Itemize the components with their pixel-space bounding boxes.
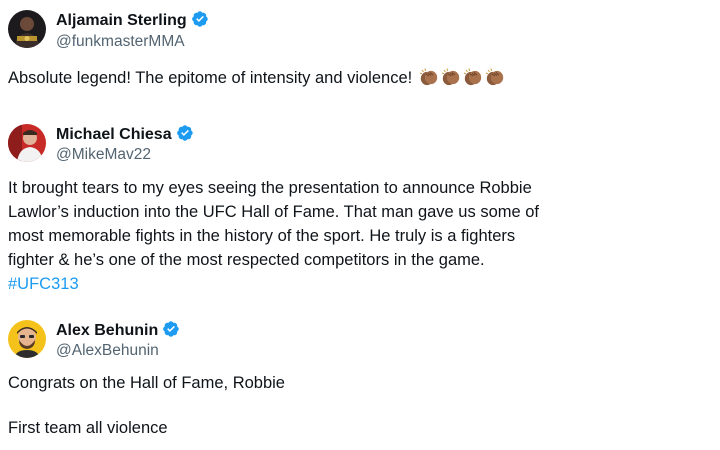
verified-badge-icon [191, 11, 208, 27]
avatar[interactable] [8, 124, 46, 162]
display-name-text[interactable]: Aljamain Sterling [56, 12, 187, 29]
tweet-header: Aljamain Sterling @funkmasterMMA [0, 0, 720, 50]
display-name-text[interactable]: Alex Behunin [56, 322, 158, 339]
hashtag-link[interactable]: #UFC313 [8, 272, 79, 296]
avatar[interactable] [8, 10, 46, 48]
tweet-text-line: Congrats on the Hall of Fame, Robbie [8, 374, 285, 392]
clapping-hands-emoji-group [417, 68, 505, 87]
tweet-header: Michael Chiesa @MikeMav22 [0, 115, 720, 165]
tweet-alex-behunin: Alex Behunin @AlexBehunin Congrats on th… [0, 310, 720, 450]
tweet-text-line: Lawlor’s induction into the UFC Hall of … [8, 203, 540, 221]
tweet-text: Absolute legend! The epitome of intensit… [8, 66, 505, 90]
user-handle[interactable]: @funkmasterMMA [56, 32, 185, 52]
user-handle[interactable]: @MikeMav22 [56, 145, 151, 165]
tweet-text-line: fighter & he’s one of the most respected… [8, 251, 485, 269]
verified-badge-icon [176, 125, 193, 141]
tweet-text-content: Absolute legend! The epitome of intensit… [8, 69, 413, 87]
tweet-michael-chiesa: Michael Chiesa @MikeMav22 It brought tea… [0, 115, 720, 300]
display-name[interactable]: Aljamain Sterling [56, 10, 209, 31]
display-name-text[interactable]: Michael Chiesa [56, 126, 172, 143]
clapping-hands-icon [463, 68, 482, 86]
clapping-hands-icon [419, 68, 438, 86]
tweet-text-line: First team all violence [8, 419, 168, 437]
tweet-aljamain-sterling: Aljamain Sterling @funkmasterMMA Absolut… [0, 0, 720, 110]
tweet-text-line: most memorable fights in the history of … [8, 227, 516, 245]
clapping-hands-icon [485, 68, 504, 86]
tweet-text-line: It brought tears to my eyes seeing the p… [8, 179, 532, 197]
user-handle[interactable]: @AlexBehunin [56, 341, 159, 361]
tweet-header: Alex Behunin @AlexBehunin [0, 310, 720, 360]
avatar[interactable] [8, 320, 46, 358]
clapping-hands-icon [441, 68, 460, 86]
display-name[interactable]: Alex Behunin [56, 320, 180, 341]
display-name[interactable]: Michael Chiesa [56, 124, 194, 145]
verified-badge-icon [163, 321, 179, 337]
